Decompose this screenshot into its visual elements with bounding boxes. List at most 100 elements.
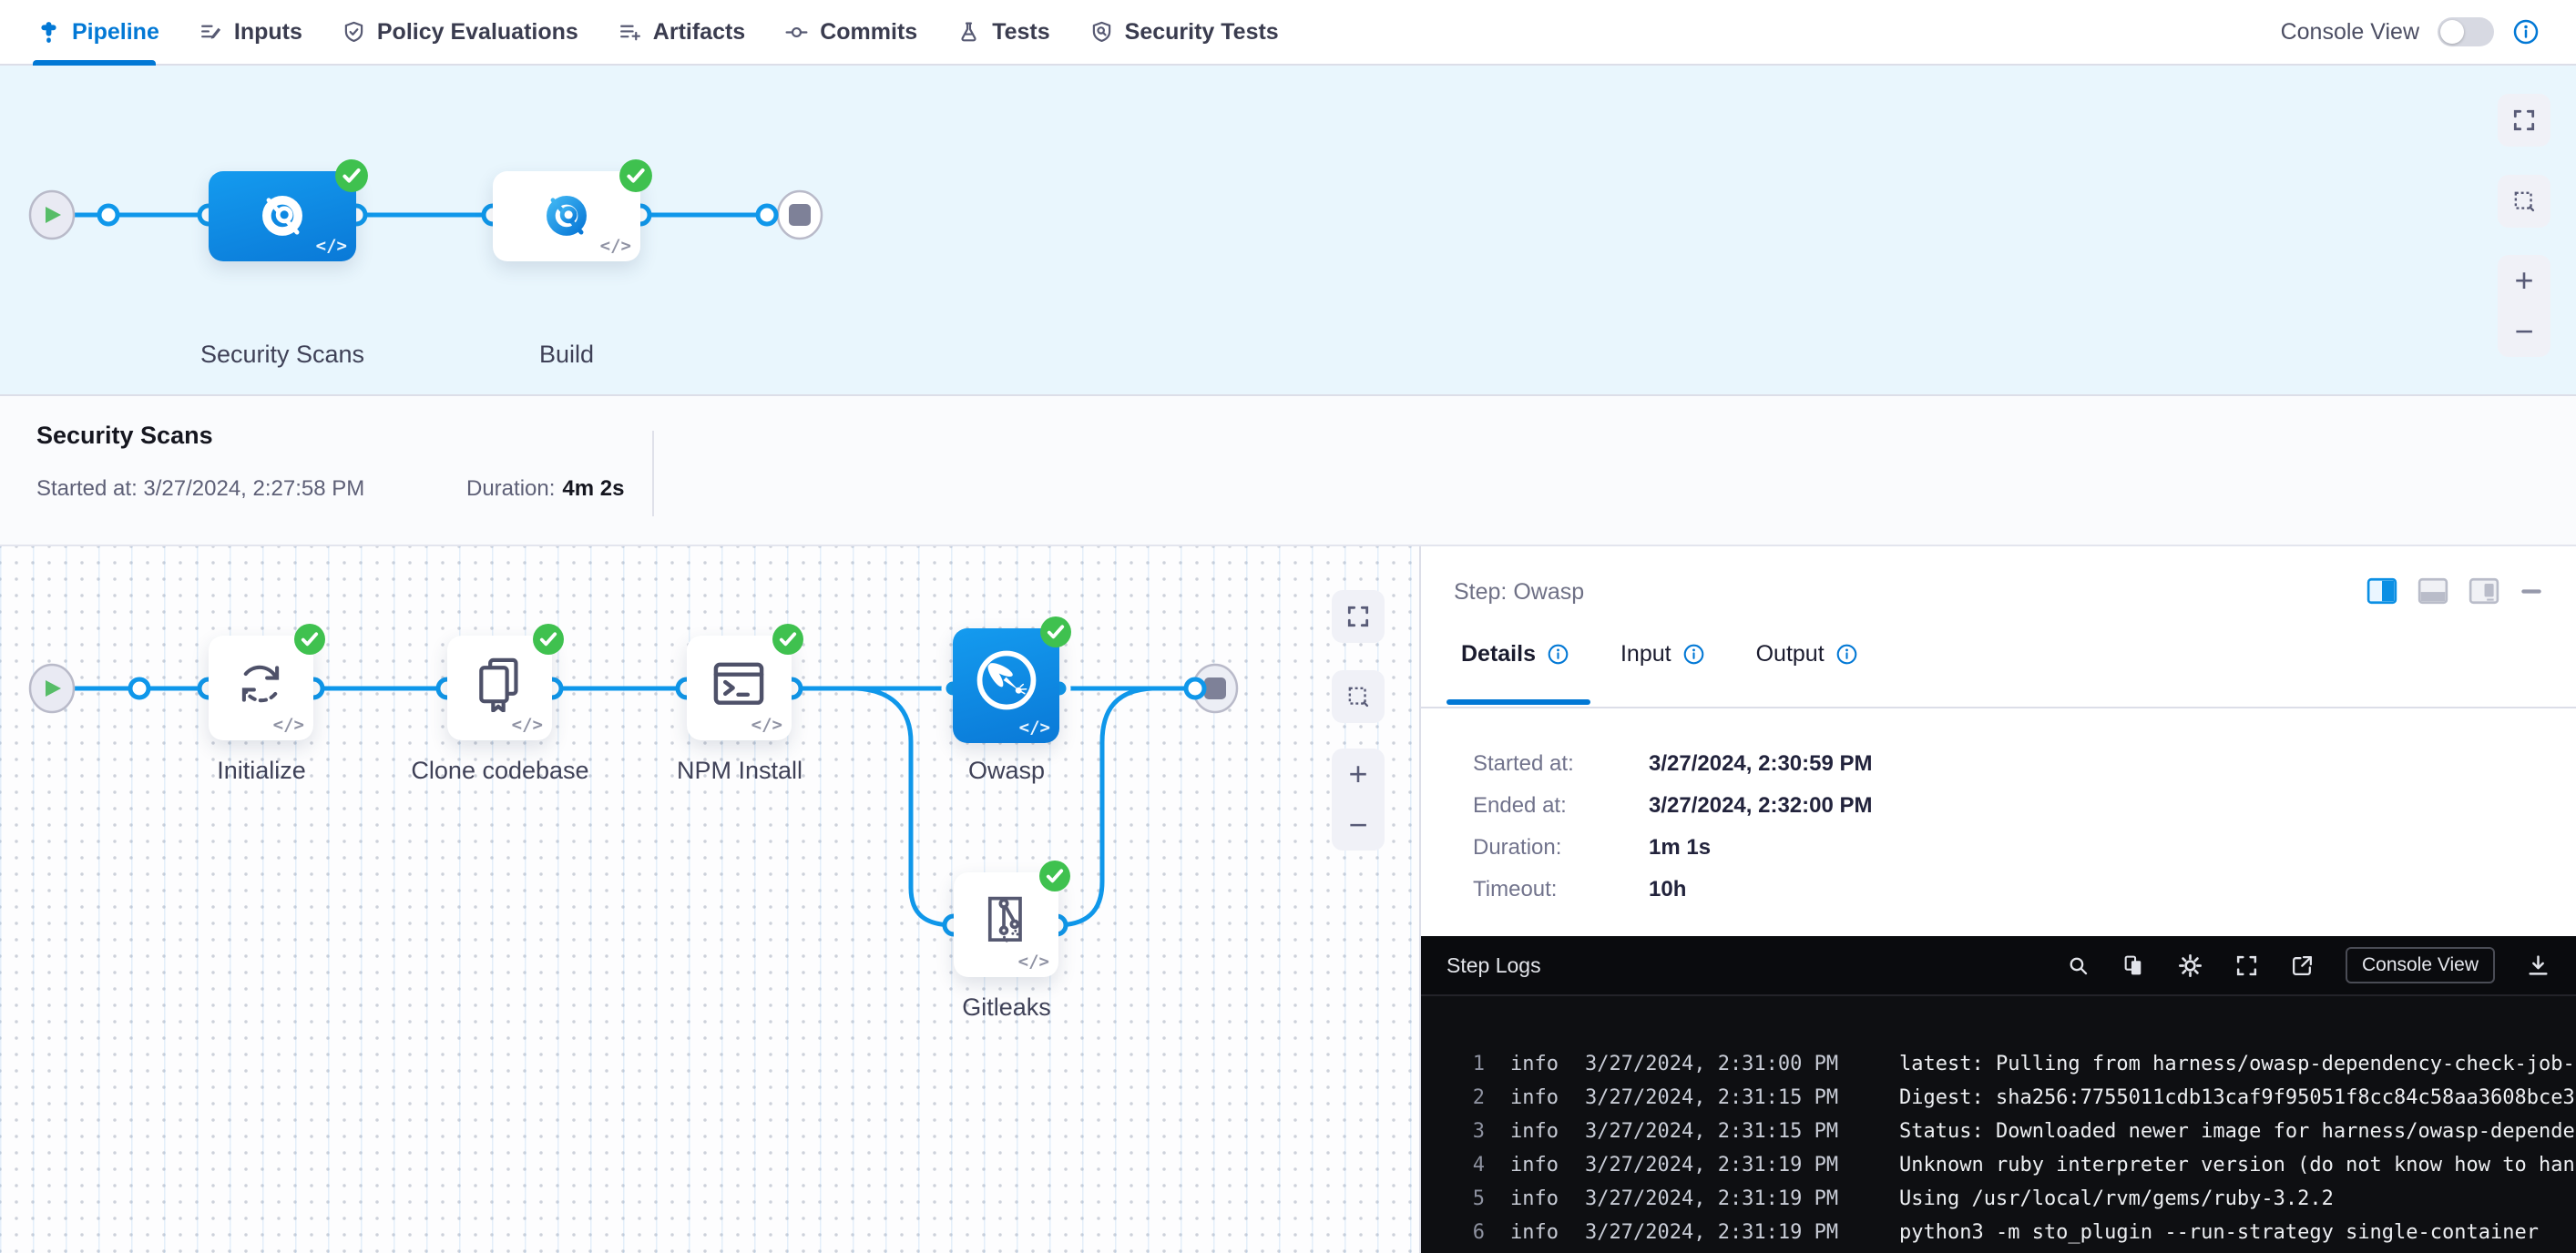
- step-node-clone-codebase[interactable]: </>: [447, 636, 552, 740]
- security-tests-icon: [1089, 20, 1114, 45]
- tab-commits[interactable]: Commits: [784, 0, 917, 64]
- tab-artifacts[interactable]: Artifacts: [618, 0, 745, 64]
- pipeline-icon: [36, 20, 61, 45]
- log-line: 2 info 3/27/2024, 2:31:15 PM Digest: sha…: [1457, 1081, 2576, 1115]
- detail-row-timeout: Timeout: 10h: [1473, 869, 1873, 911]
- log-message: Digest: sha256:7755011cdb13caf9f95051f8c…: [1899, 1086, 2575, 1109]
- log-line-number: 1: [1457, 1053, 1485, 1075]
- detail-label: Started at:: [1473, 751, 1649, 777]
- tab-label: Pipeline: [72, 19, 159, 46]
- tab-details[interactable]: Details: [1461, 641, 1569, 667]
- info-icon: [1547, 643, 1569, 666]
- info-icon[interactable]: [2512, 18, 2540, 46]
- log-line: 1 info 3/27/2024, 2:31:00 PM latest: Pul…: [1457, 1047, 2576, 1081]
- top-nav: Pipeline Inputs Policy Evaluations Art: [0, 0, 2576, 66]
- info-icon: [1835, 643, 1858, 666]
- success-check-badge: [618, 158, 653, 193]
- download-icon[interactable]: [2526, 953, 2550, 978]
- tab-tests[interactable]: Tests: [956, 0, 1049, 64]
- duration-value: 4m 2s: [562, 476, 624, 501]
- search-icon[interactable]: [2066, 953, 2090, 978]
- tab-output[interactable]: Output: [1756, 641, 1858, 667]
- tab-input[interactable]: Input: [1620, 641, 1705, 667]
- stage-started-at: Started at: 3/27/2024, 2:27:58 PM: [36, 476, 364, 502]
- step-panel-tabs: Details Input Output: [1461, 641, 1858, 667]
- zoom-in-button[interactable]: +: [1348, 758, 1367, 790]
- tab-label: Output: [1756, 641, 1825, 667]
- success-check-badge: [1039, 616, 1072, 648]
- log-timestamp: 3/27/2024, 2:31:15 PM: [1585, 1086, 1872, 1109]
- log-message: Unknown ruby interpreter version (do not…: [1899, 1154, 2576, 1177]
- marquee-select-icon: [2511, 188, 2537, 214]
- tab-label: Details: [1461, 641, 1536, 667]
- detail-label: Ended at:: [1473, 793, 1649, 819]
- step-logs-header: Step Logs: [1421, 936, 2576, 996]
- log-level: info: [1510, 1120, 1561, 1143]
- log-timestamp: 3/27/2024, 2:31:15 PM: [1585, 1120, 1872, 1143]
- vertical-divider: [652, 431, 654, 516]
- tab-pipeline[interactable]: Pipeline: [36, 0, 159, 64]
- step-label: NPM Install: [621, 757, 858, 785]
- code-chip: </>: [1018, 952, 1049, 972]
- nav-tabs: Pipeline Inputs Policy Evaluations Art: [36, 0, 1279, 64]
- zoom-out-button[interactable]: −: [1348, 809, 1367, 841]
- stage-node-build[interactable]: </>: [493, 171, 640, 261]
- gitleaks-step-icon: [976, 891, 1035, 949]
- log-line-number: 5: [1457, 1187, 1485, 1210]
- layout-bottom-split-icon[interactable]: [2418, 577, 2448, 605]
- code-chip: </>: [512, 715, 543, 735]
- minimize-panel-icon[interactable]: [2520, 577, 2543, 605]
- tab-security-tests[interactable]: Security Tests: [1089, 0, 1279, 64]
- step-panel-title: Step: Owasp: [1454, 579, 1584, 606]
- stop-icon: [789, 204, 811, 226]
- fullscreen-icon: [2511, 107, 2537, 133]
- detail-value: 3/27/2024, 2:30:59 PM: [1649, 751, 1873, 777]
- code-chip: </>: [316, 236, 347, 256]
- step-logs-body[interactable]: 1 info 3/27/2024, 2:31:00 PM latest: Pul…: [1421, 996, 2576, 1253]
- step-label: Gitleaks: [888, 993, 1125, 1022]
- settings-gear-icon[interactable]: [2177, 952, 2203, 979]
- stage-node-security-scans[interactable]: </>: [209, 171, 356, 261]
- stage-graph-canvas[interactable]: </> Security Scans </> Build: [0, 66, 2576, 394]
- console-view-toggle[interactable]: [2438, 17, 2494, 46]
- log-line-number: 6: [1457, 1221, 1485, 1244]
- tab-inputs[interactable]: Inputs: [199, 0, 302, 64]
- step-node-owasp[interactable]: </>: [953, 628, 1059, 743]
- step-canvas-zoom-controls: + −: [1332, 749, 1385, 851]
- zoom-in-button[interactable]: +: [2514, 264, 2533, 297]
- initialize-step-icon: [232, 656, 289, 712]
- tab-label: Security Tests: [1125, 19, 1279, 46]
- copy-icon[interactable]: [2121, 953, 2146, 978]
- stage-canvas-fullscreen-button[interactable]: [2498, 94, 2550, 147]
- detail-value: 1m 1s: [1649, 835, 1711, 861]
- step-canvas-fullscreen-button[interactable]: [1332, 590, 1385, 643]
- zoom-out-button[interactable]: −: [2514, 315, 2533, 348]
- stage-canvas-select-button[interactable]: [2498, 175, 2550, 228]
- fullscreen-icon[interactable]: [2234, 953, 2259, 978]
- log-level: info: [1510, 1086, 1561, 1109]
- layout-right-split-icon[interactable]: [2366, 577, 2397, 605]
- stage-canvas-zoom-controls: + −: [2498, 255, 2550, 357]
- owasp-step-icon: [969, 643, 1044, 718]
- detail-label: Timeout:: [1473, 877, 1649, 902]
- log-message: Status: Downloaded newer image for harne…: [1899, 1120, 2575, 1143]
- step-label: Owasp: [888, 757, 1125, 785]
- open-in-new-icon[interactable]: [2290, 953, 2315, 978]
- step-canvas-select-button[interactable]: [1332, 670, 1385, 723]
- tab-label: Tests: [992, 19, 1049, 46]
- step-details-panel: Step: Owasp Details Input: [1419, 546, 2576, 1253]
- tab-label: Artifacts: [653, 19, 745, 46]
- log-line-number: 3: [1457, 1120, 1485, 1143]
- step-node-npm-install[interactable]: </>: [687, 636, 792, 740]
- stage-summary-band: Security Scans Started at: 3/27/2024, 2:…: [0, 394, 2576, 546]
- tab-policy-evaluations[interactable]: Policy Evaluations: [342, 0, 578, 64]
- step-node-initialize[interactable]: </>: [209, 636, 313, 740]
- step-node-gitleaks[interactable]: </>: [954, 872, 1058, 977]
- step-graph-canvas[interactable]: </> Initialize </> Clone codebase: [0, 546, 1419, 1253]
- step-details-list: Started at: 3/27/2024, 2:30:59 PM Ended …: [1473, 743, 1873, 911]
- log-message: Using /usr/local/rvm/gems/ruby-3.2.2: [1899, 1187, 2334, 1210]
- console-view-button[interactable]: Console View: [2346, 947, 2495, 983]
- step-label: Clone codebase: [382, 757, 618, 785]
- layout-floating-icon[interactable]: [2469, 577, 2499, 605]
- log-line-number: 2: [1457, 1086, 1485, 1109]
